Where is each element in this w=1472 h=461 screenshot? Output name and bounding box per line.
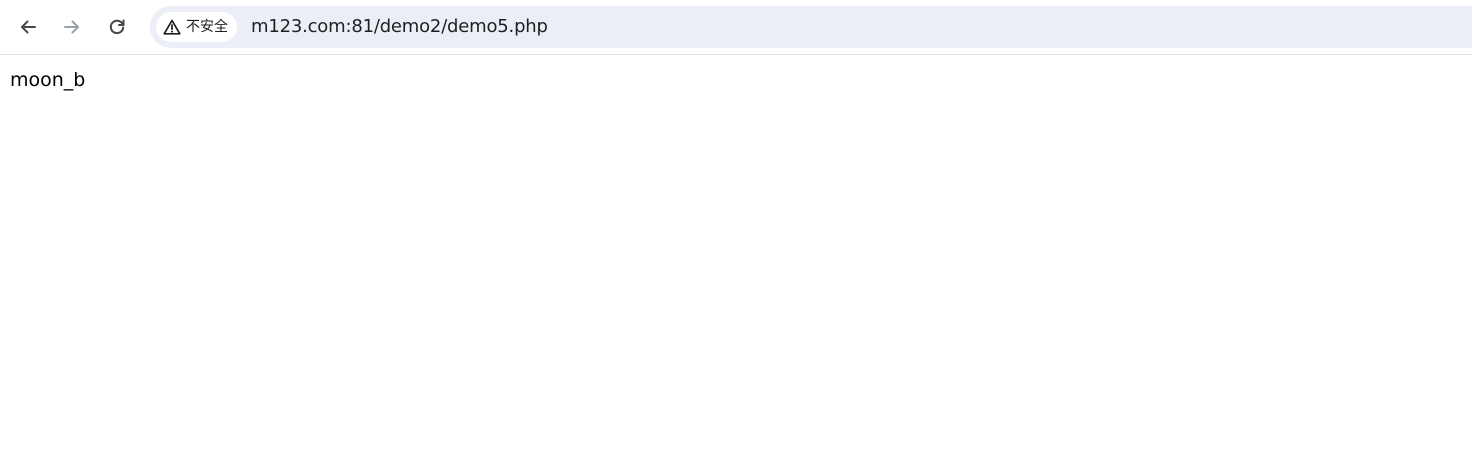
reload-button[interactable] — [100, 10, 134, 44]
forward-button[interactable] — [55, 10, 89, 44]
warning-triangle-icon — [163, 19, 181, 35]
url-text[interactable]: m123.com:81/demo2/demo5.php — [251, 6, 548, 48]
arrow-right-icon — [64, 20, 79, 34]
security-indicator[interactable]: 不安全 — [156, 12, 237, 42]
reload-icon — [109, 19, 125, 35]
back-button[interactable] — [11, 10, 45, 44]
browser-toolbar: 不安全 m123.com:81/demo2/demo5.php — [0, 0, 1472, 55]
security-label: 不安全 — [186, 19, 228, 35]
page-body-text: moon_b — [10, 69, 86, 91]
address-bar[interactable]: 不安全 m123.com:81/demo2/demo5.php — [150, 6, 1472, 48]
arrow-left-icon — [21, 20, 36, 34]
